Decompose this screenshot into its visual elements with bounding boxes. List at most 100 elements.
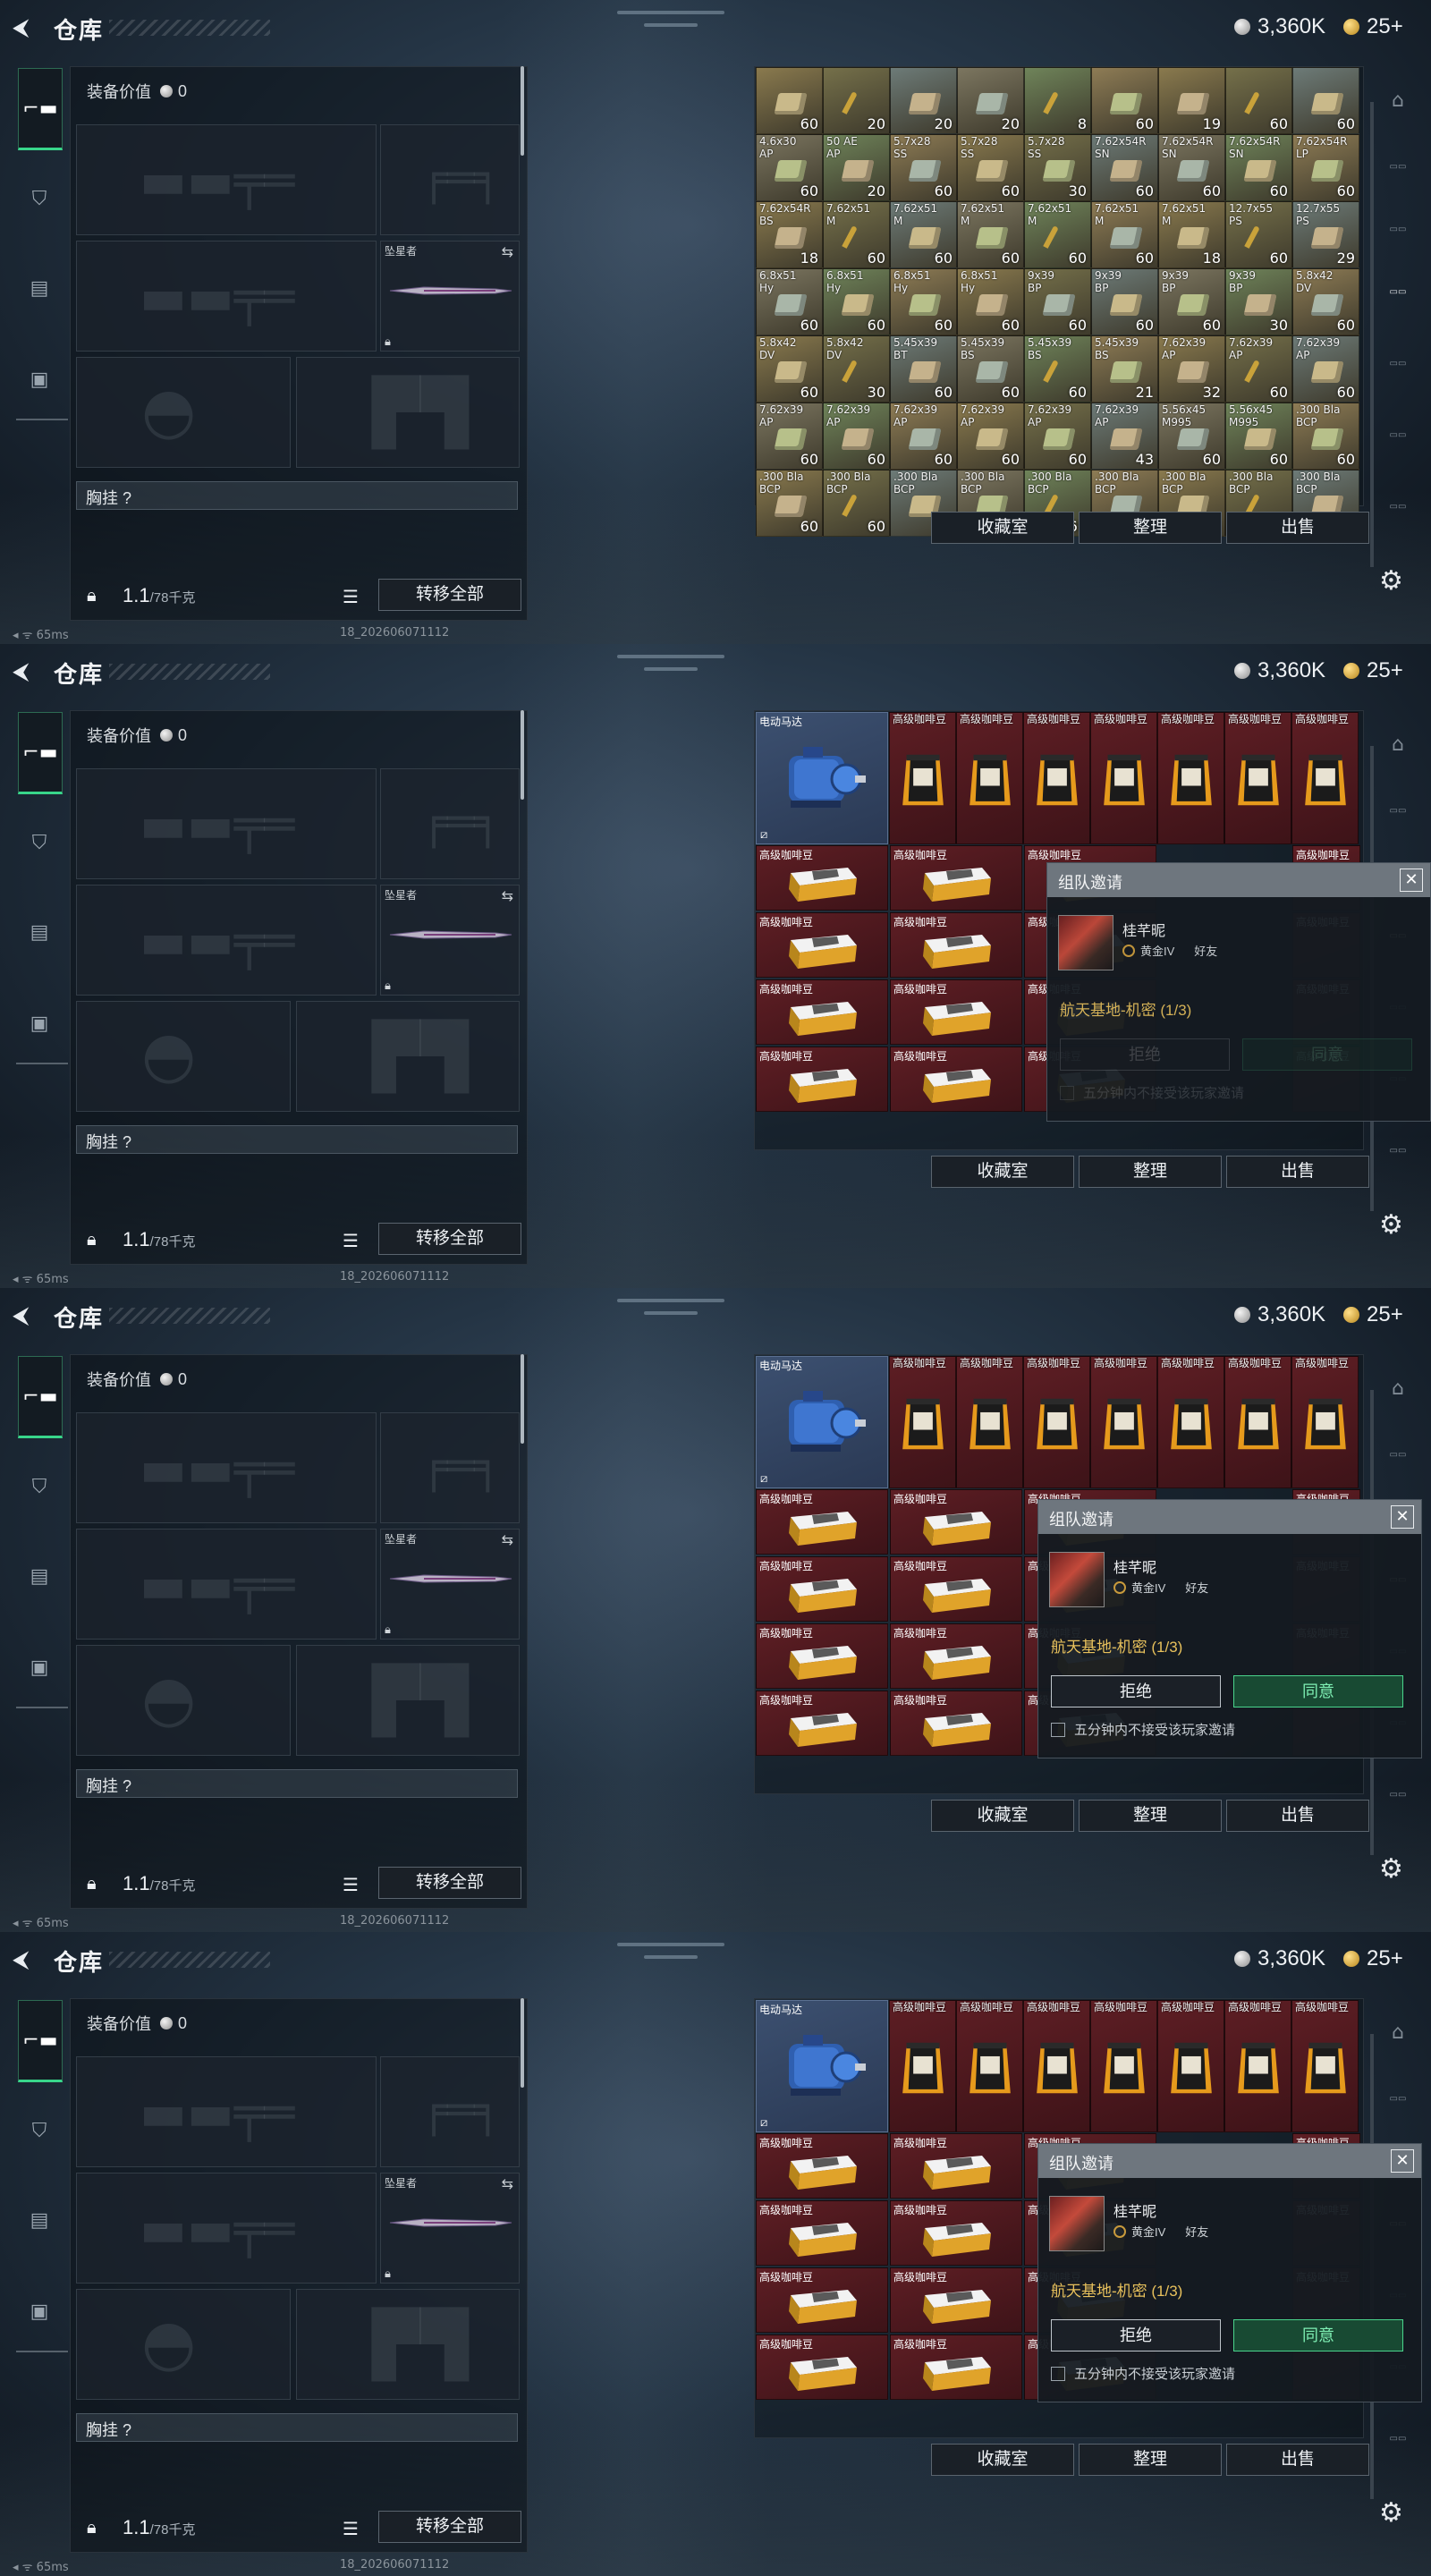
ammo-cell[interactable]: 7.62x51 M 18 <box>1158 201 1225 268</box>
swap-icon[interactable]: ⇆ <box>502 1531 513 1548</box>
ammo-cell[interactable]: 5.45x39 BT 60 <box>890 335 957 402</box>
silver-currency[interactable]: 3,360K <box>1234 658 1325 683</box>
coffee-tin-cell[interactable]: 高级咖啡豆 <box>890 912 1022 978</box>
nav-backpack-icon[interactable]: ▣ <box>18 1002 61 1045</box>
coffee-tin-cell[interactable]: 高级咖啡豆 <box>756 2267 888 2333</box>
coffee-tin-cell[interactable]: 高级咖啡豆 <box>756 912 888 978</box>
ammo-cell[interactable]: 7.62x51 M 60 <box>1024 201 1091 268</box>
coffee-tin-cell[interactable]: 高级咖啡豆 <box>890 2334 1022 2400</box>
reject-button[interactable]: 拒绝 <box>1051 2319 1221 2351</box>
storage-tab-icon[interactable]: ▭▭ <box>1381 281 1415 304</box>
storage-tab-icon[interactable]: ▭▭ <box>1381 1444 1415 1467</box>
ammo-cell[interactable]: 7.62x51 M 60 <box>957 201 1024 268</box>
nav-armor-icon[interactable]: ⛉ <box>18 821 61 864</box>
ammo-cell[interactable]: 6.8x51 Hy 60 <box>756 268 823 335</box>
coffee-bag-cell[interactable]: 高级咖啡豆 <box>1023 712 1090 844</box>
checkbox-box[interactable] <box>1060 1085 1074 1100</box>
ammo-cell[interactable]: 7.62x51 M 60 <box>823 201 890 268</box>
coffee-tin-cell[interactable]: 高级咖啡豆 <box>756 979 888 1045</box>
coffee-bag-cell[interactable]: 高级咖啡豆 <box>1157 1356 1224 1488</box>
coffee-bag-cell[interactable]: 高级咖啡豆 <box>889 1356 956 1488</box>
padlock-icon[interactable]: 🔒︎ <box>87 1872 97 1894</box>
ammo-cell[interactable]: 7.62x39 AP 32 <box>1158 335 1225 402</box>
melee-slot[interactable]: 坠星者 ⇆ 🔒︎ <box>380 1529 520 1640</box>
coffee-tin-cell[interactable]: 高级咖啡豆 <box>756 1489 888 1555</box>
chest-rig-header[interactable]: 胸挂 ? <box>76 1769 518 1798</box>
coffee-bag-cell[interactable]: 高级咖啡豆 <box>1291 2000 1359 2132</box>
ammo-cell[interactable]: 5.45x39 BS 60 <box>1024 335 1091 402</box>
ammo-cell[interactable]: 5.7x28 SS 30 <box>1024 134 1091 201</box>
secondary-weapon-slot[interactable]: ▬▬╤═ <box>76 241 377 352</box>
storage-tab-icon[interactable]: ▭▭ <box>1381 352 1415 376</box>
chest-rig-header[interactable]: 胸挂 ? <box>76 2413 518 2442</box>
nav-weapons-icon[interactable]: ⌐▬ <box>18 68 63 150</box>
block-invites-checkbox[interactable]: 五分钟内不接受该玩家邀请 <box>1051 2364 1235 2383</box>
reject-button[interactable]: 拒绝 <box>1060 1038 1230 1071</box>
coffee-bag-cell[interactable]: 高级咖啡豆 <box>956 1356 1023 1488</box>
chest-rig-header[interactable]: 胸挂 ? <box>76 1125 518 1154</box>
pistol-slot[interactable]: ╒═╕ <box>380 1412 520 1523</box>
coffee-bag-cell[interactable]: 高级咖啡豆 <box>1291 1356 1359 1488</box>
sell-button[interactable]: 出售 <box>1226 512 1369 544</box>
nav-rig-icon[interactable]: ▤ <box>18 911 61 953</box>
storage-tab-icon[interactable]: ▭▭ <box>1381 2088 1415 2111</box>
ammo-cell[interactable]: 5.7x28 SS 60 <box>890 134 957 201</box>
nav-armor-icon[interactable]: ⛉ <box>18 1465 61 1508</box>
ammo-cell[interactable]: 5.8x42 DV 60 <box>756 335 823 402</box>
back-arrow-icon[interactable]: ⮜ <box>13 658 39 685</box>
ammo-cell[interactable]: 60 <box>1292 67 1359 134</box>
swap-icon[interactable]: ⇆ <box>502 887 513 904</box>
ammo-cell[interactable]: 50 AE AP 20 <box>823 134 890 201</box>
equipment-scrollbar[interactable] <box>521 710 524 800</box>
secondary-weapon-slot[interactable]: ▬▬╤═ <box>76 885 377 996</box>
nav-rig-icon[interactable]: ▤ <box>18 267 61 309</box>
ammo-cell[interactable]: 7.62x39 AP 60 <box>1292 335 1359 402</box>
accept-button[interactable]: 同意 <box>1233 2319 1403 2351</box>
coffee-tin-cell[interactable]: 高级咖啡豆 <box>756 1690 888 1756</box>
settings-gear-icon[interactable]: ⚙ <box>1379 565 1403 597</box>
coffee-bag-cell[interactable]: 高级咖啡豆 <box>956 2000 1023 2132</box>
back-arrow-icon[interactable]: ⮜ <box>13 1946 39 1973</box>
coffee-tin-cell[interactable]: 高级咖啡豆 <box>890 979 1022 1045</box>
ammo-cell[interactable]: 7.62x51 M 60 <box>890 201 957 268</box>
ammo-cell[interactable]: 8 <box>1024 67 1091 134</box>
melee-slot[interactable]: 坠星者 ⇆ 🔒︎ <box>380 2173 520 2284</box>
collection-room-button[interactable]: 收藏室 <box>931 512 1074 544</box>
settings-gear-icon[interactable]: ⚙ <box>1379 1209 1403 1241</box>
list-icon[interactable]: ☰ <box>343 586 359 607</box>
pistol-slot[interactable]: ╒═╕ <box>380 768 520 879</box>
coffee-tin-cell[interactable]: 高级咖啡豆 <box>890 1046 1022 1112</box>
list-icon[interactable]: ☰ <box>343 1874 359 1895</box>
ammo-cell[interactable]: 12.7x55 PS 29 <box>1292 201 1359 268</box>
coffee-tin-cell[interactable]: 高级咖啡豆 <box>890 1489 1022 1555</box>
nav-armor-icon[interactable]: ⛉ <box>18 2109 61 2152</box>
electric-motor-cell[interactable]: 电动马达 ⧄ <box>756 712 888 844</box>
coffee-bag-cell[interactable]: 高级咖啡豆 <box>889 712 956 844</box>
ammo-cell[interactable]: 6.8x51 Hy 60 <box>957 268 1024 335</box>
silver-currency[interactable]: 3,360K <box>1234 1946 1325 1971</box>
chest-rig-header[interactable]: 胸挂 ? <box>76 481 518 510</box>
coffee-bag-cell[interactable]: 高级咖啡豆 <box>1224 2000 1291 2132</box>
sort-button[interactable]: 整理 <box>1079 1800 1222 1832</box>
ammo-cell[interactable]: 9x39 BP 60 <box>1024 268 1091 335</box>
nav-weapons-icon[interactable]: ⌐▬ <box>18 2000 63 2082</box>
melee-slot[interactable]: 坠星者 ⇆ 🔒︎ <box>380 241 520 352</box>
coffee-bag-cell[interactable]: 高级咖啡豆 <box>889 2000 956 2132</box>
ammo-cell[interactable]: 7.62x39 AP 60 <box>1225 335 1292 402</box>
settings-gear-icon[interactable]: ⚙ <box>1379 1853 1403 1885</box>
coffee-bag-cell[interactable]: 高级咖啡豆 <box>1090 1356 1157 1488</box>
transfer-all-button[interactable]: 转移全部 <box>378 579 521 611</box>
secondary-weapon-slot[interactable]: ▬▬╤═ <box>76 2173 377 2284</box>
ammo-cell[interactable]: 5.45x39 BS 60 <box>957 335 1024 402</box>
pistol-slot[interactable]: ╒═╕ <box>380 124 520 235</box>
coffee-bag-cell[interactable]: 高级咖啡豆 <box>1157 2000 1224 2132</box>
storage-tab-icon[interactable]: ⌂ <box>1381 733 1415 757</box>
accept-button[interactable]: 同意 <box>1233 1675 1403 1707</box>
equipment-scrollbar[interactable] <box>521 66 524 156</box>
coffee-tin-cell[interactable]: 高级咖啡豆 <box>756 1556 888 1622</box>
storage-tab-icon[interactable]: ▭▭ <box>1381 156 1415 179</box>
coffee-bag-cell[interactable]: 高级咖啡豆 <box>1090 2000 1157 2132</box>
storage-tab-icon[interactable]: ▭▭ <box>1381 424 1415 447</box>
coffee-bag-cell[interactable]: 高级咖啡豆 <box>956 712 1023 844</box>
ammo-cell[interactable]: 5.45x39 BS 21 <box>1091 335 1158 402</box>
